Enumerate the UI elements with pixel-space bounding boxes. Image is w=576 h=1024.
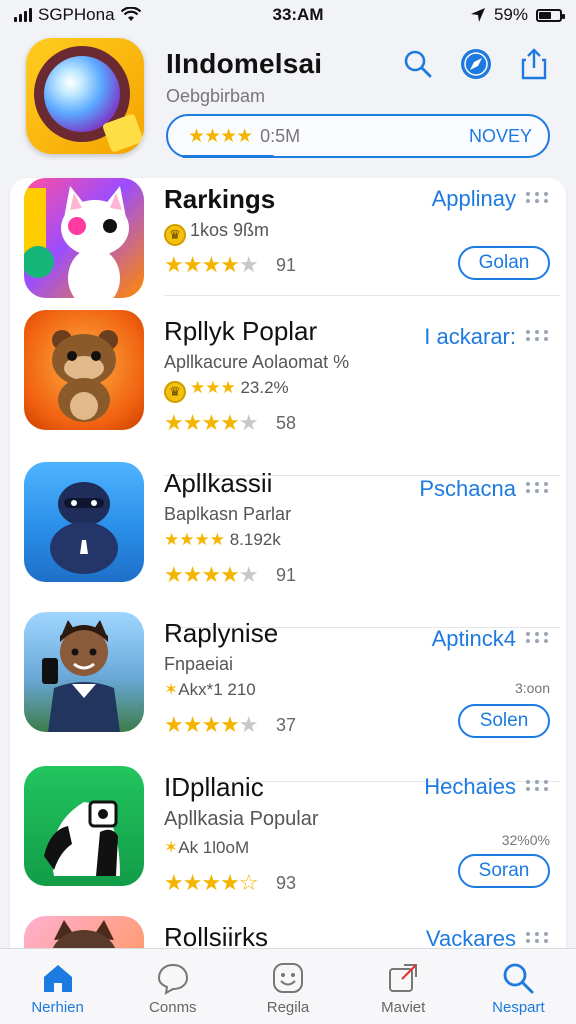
tab-label: Nespart bbox=[492, 999, 545, 1016]
rating-count: 58 bbox=[276, 413, 297, 433]
app-name: Apllkassii bbox=[164, 468, 273, 498]
more-dots-icon[interactable] bbox=[524, 780, 552, 791]
tab-label: Regila bbox=[266, 999, 310, 1016]
rating-count: 91 bbox=[276, 255, 297, 275]
home-icon bbox=[43, 965, 72, 992]
battery-percent: 59% bbox=[493, 5, 528, 24]
category-link[interactable]: Aptinck4 bbox=[432, 626, 516, 652]
app-subtitle-extra: 23.2% bbox=[240, 378, 289, 397]
tab-home[interactable]: Nerhien bbox=[0, 949, 115, 1024]
compass-button[interactable] bbox=[460, 48, 492, 80]
list-item[interactable]: IDpllanic Apllkasia Popular ✶Ak 1l0oM ★★… bbox=[0, 766, 576, 916]
award-icon: ♛ bbox=[164, 224, 186, 246]
category-link[interactable]: Pschacna bbox=[419, 476, 516, 502]
rating-count: 37 bbox=[276, 715, 297, 735]
app-name: Rarkings bbox=[164, 184, 276, 214]
tab-search[interactable]: Nespart bbox=[461, 949, 576, 1024]
search-icon bbox=[404, 50, 432, 78]
rating-stars: ★★★★ bbox=[188, 125, 253, 147]
app-subtitle: Apllkacure Aolaomat % bbox=[164, 352, 350, 372]
share-button[interactable] bbox=[518, 48, 550, 80]
app-subtitle: Baplkasn Parlar bbox=[164, 504, 292, 524]
list-item[interactable]: Raplynise Fnpaeiai ✶Akx*1 210 ★★★★★ 37 A… bbox=[0, 612, 576, 782]
tab-maviet[interactable]: Maviet bbox=[346, 949, 461, 1024]
list-item[interactable]: Rpllyk Poplar Apllkacure Aolaomat % ♛ ★★★… bbox=[0, 310, 576, 476]
emoji-icon bbox=[273, 963, 303, 993]
more-dots-icon[interactable] bbox=[524, 482, 552, 493]
search-button[interactable] bbox=[402, 48, 434, 80]
fox-app-icon[interactable] bbox=[24, 916, 144, 948]
app-list[interactable]: Rarkings ♛ 1kos 9ßm ★★★★★ 91 Applinay Gol… bbox=[0, 176, 576, 948]
rating-count: 0:5M bbox=[260, 125, 301, 146]
get-button[interactable]: Golan bbox=[458, 246, 550, 280]
raccoon-app-icon[interactable] bbox=[24, 310, 144, 430]
star-rating: ★★★★★ bbox=[164, 712, 259, 737]
app-subtitle-extra: Ak 1l0oM bbox=[178, 838, 250, 857]
list-item[interactable]: Apllkassii Baplkasn Parlar ★★★★ 8.192k ★… bbox=[0, 462, 576, 628]
app-subtitle: Oebgbirbam bbox=[166, 86, 266, 106]
app-subtitle-extra: Akx*1 210 bbox=[178, 680, 256, 699]
list-item[interactable]: Rarkings ♛ 1kos 9ßm ★★★★★ 91 Applinay Gol… bbox=[0, 178, 576, 328]
more-dots-icon[interactable] bbox=[524, 330, 552, 341]
status-time: 33:AM bbox=[272, 5, 324, 24]
app-name: IDpllanic bbox=[164, 772, 264, 802]
status-bar: SGPHona 33:AM 59% bbox=[0, 0, 576, 30]
app-title: IIndomelsai bbox=[166, 48, 323, 79]
compass-icon bbox=[461, 49, 491, 79]
category-link[interactable]: Hechaies bbox=[424, 774, 516, 800]
app-name: Rollsiirks bbox=[164, 922, 268, 948]
share-box-icon bbox=[389, 964, 418, 992]
carrier-name: SGPHona bbox=[38, 5, 115, 24]
tab-regila[interactable]: Regila bbox=[230, 949, 345, 1024]
rating-count: 93 bbox=[276, 873, 297, 893]
category-link[interactable]: I ackarar: bbox=[424, 324, 516, 350]
pill-progress bbox=[182, 155, 274, 158]
app-subtitle: Fnpaeiai bbox=[164, 654, 234, 674]
app-subtitle: Apllkasia Popular bbox=[164, 808, 319, 830]
rating-count: 91 bbox=[276, 565, 297, 585]
award-icon: ♛ bbox=[164, 381, 186, 403]
rating-pill[interactable]: ★★★★ 0:5M NOVEY bbox=[166, 114, 550, 158]
star-rating: ★★★★★ bbox=[164, 562, 259, 587]
tab-bar: Nerhien Conms Regila Maviet Nespart bbox=[0, 948, 576, 1024]
chat-icon bbox=[157, 963, 188, 995]
list-item[interactable]: Rollsiirks Vackares bbox=[0, 916, 576, 948]
location-arrow-icon bbox=[470, 8, 485, 22]
tab-label: Maviet bbox=[381, 999, 426, 1016]
get-button[interactable]: Solen bbox=[458, 704, 550, 738]
tab-label: Nerhien bbox=[31, 999, 84, 1016]
search-icon bbox=[504, 963, 534, 994]
star-rating: ★★★★★ bbox=[164, 410, 259, 435]
more-dots-icon[interactable] bbox=[524, 632, 552, 643]
cat-app-icon[interactable] bbox=[24, 178, 144, 298]
app-header: IIndomelsai Oebgbirbam ★★★★ 0:5M NOVEY bbox=[0, 30, 576, 170]
tab-comms[interactable]: Conms bbox=[115, 949, 230, 1024]
get-button[interactable]: Soran bbox=[458, 854, 550, 888]
star-rating: ★★★★☆ bbox=[164, 870, 259, 895]
wifi-icon bbox=[120, 7, 141, 21]
panda-app-icon[interactable] bbox=[24, 766, 144, 886]
app-subtitle-extra: 8.192k bbox=[229, 530, 281, 549]
star-rating: ★★★★★ bbox=[164, 252, 259, 277]
size-label: 3:oon bbox=[514, 680, 550, 696]
more-dots-icon[interactable] bbox=[524, 192, 552, 203]
size-label: 32%0% bbox=[501, 832, 550, 848]
battery-icon bbox=[536, 8, 565, 22]
ninja-app-icon[interactable] bbox=[24, 462, 144, 582]
camera-lens-app-icon[interactable] bbox=[26, 38, 144, 154]
app-name: Raplynise bbox=[164, 618, 279, 648]
signal-icon bbox=[14, 8, 32, 22]
tab-label: Conms bbox=[149, 999, 197, 1016]
category-link[interactable]: Applinay bbox=[432, 186, 516, 212]
character-app-icon[interactable] bbox=[24, 612, 144, 732]
app-subtitle: 1kos 9ßm bbox=[190, 220, 270, 240]
rating-action[interactable]: NOVEY bbox=[469, 126, 532, 147]
share-icon bbox=[521, 48, 547, 80]
category-link[interactable]: Vackares bbox=[426, 926, 516, 948]
more-dots-icon[interactable] bbox=[524, 932, 552, 943]
app-name: Rpllyk Poplar bbox=[164, 316, 318, 346]
